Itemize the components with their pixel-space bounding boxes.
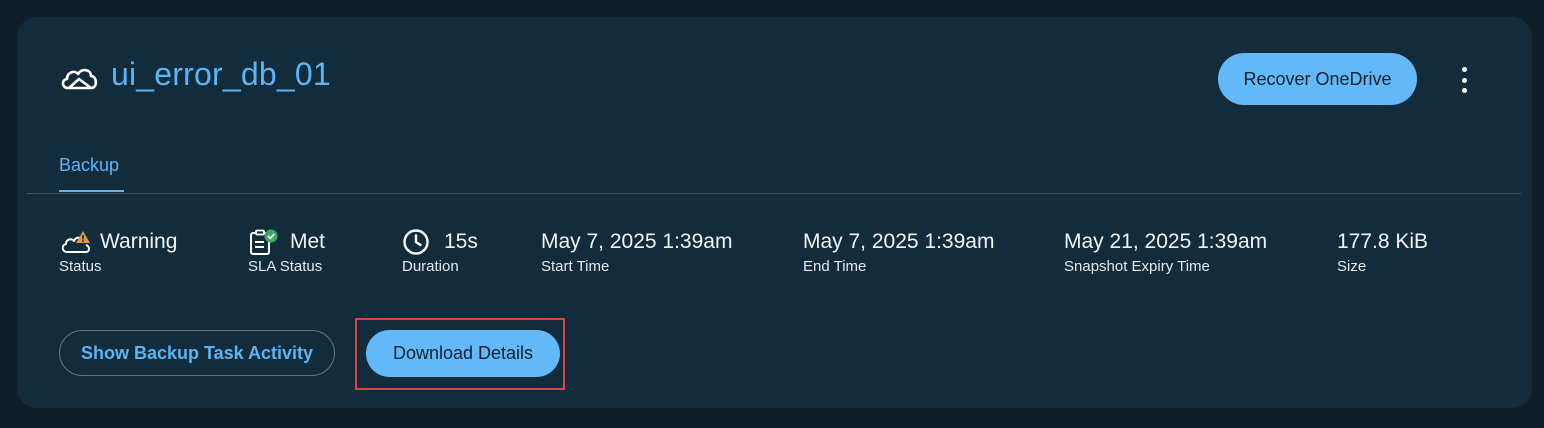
stat-size-label: Size bbox=[1337, 258, 1367, 275]
stat-sla-value: Met bbox=[290, 230, 326, 253]
clock-icon bbox=[403, 229, 429, 255]
stat-sla-status: Met SLA Status bbox=[248, 228, 325, 275]
stat-status-value: Warning bbox=[100, 230, 178, 253]
page-title: ui_error_db_01 bbox=[111, 56, 331, 92]
stat-duration-label: Duration bbox=[402, 258, 459, 275]
stat-end-time: May 7, 2025 1:39am End Time bbox=[803, 228, 994, 275]
backup-card: ui_error_db_01 Recover OneDrive Backup W… bbox=[17, 17, 1532, 408]
recover-onedrive-button[interactable]: Recover OneDrive bbox=[1218, 53, 1417, 105]
stat-status-label: Status bbox=[59, 258, 102, 275]
stat-snapshot-expiry-value: May 21, 2025 1:39am bbox=[1064, 230, 1268, 253]
download-details-button[interactable]: Download Details bbox=[366, 330, 560, 377]
stat-snapshot-expiry: May 21, 2025 1:39am Snapshot Expiry Time bbox=[1064, 228, 1267, 275]
more-vertical-icon[interactable] bbox=[1454, 67, 1474, 93]
stat-size-value: 177.8 KiB bbox=[1337, 230, 1429, 253]
stat-sla-label: SLA Status bbox=[248, 258, 323, 275]
tab-active-indicator bbox=[59, 190, 124, 192]
stat-duration: 15s Duration bbox=[402, 228, 478, 275]
show-backup-task-activity-button[interactable]: Show Backup Task Activity bbox=[59, 330, 335, 376]
stat-end-time-value: May 7, 2025 1:39am bbox=[803, 230, 995, 253]
clipboard-check-icon bbox=[250, 229, 278, 255]
stat-duration-value: 15s bbox=[444, 230, 478, 253]
stat-start-time-label: Start Time bbox=[541, 258, 610, 275]
stat-status: Warning Status bbox=[59, 228, 177, 275]
stat-size: 177.8 KiB Size bbox=[1337, 228, 1428, 275]
onedrive-cloud-icon bbox=[61, 68, 98, 90]
stat-snapshot-expiry-label: Snapshot Expiry Time bbox=[1064, 258, 1210, 275]
tab-backup[interactable]: Backup bbox=[59, 155, 119, 176]
stat-start-time: May 7, 2025 1:39am Start Time bbox=[541, 228, 732, 275]
cloud-warning-icon bbox=[61, 231, 90, 253]
tabs-divider bbox=[27, 193, 1521, 194]
stat-end-time-label: End Time bbox=[803, 258, 867, 275]
stat-start-time-value: May 7, 2025 1:39am bbox=[541, 230, 733, 253]
